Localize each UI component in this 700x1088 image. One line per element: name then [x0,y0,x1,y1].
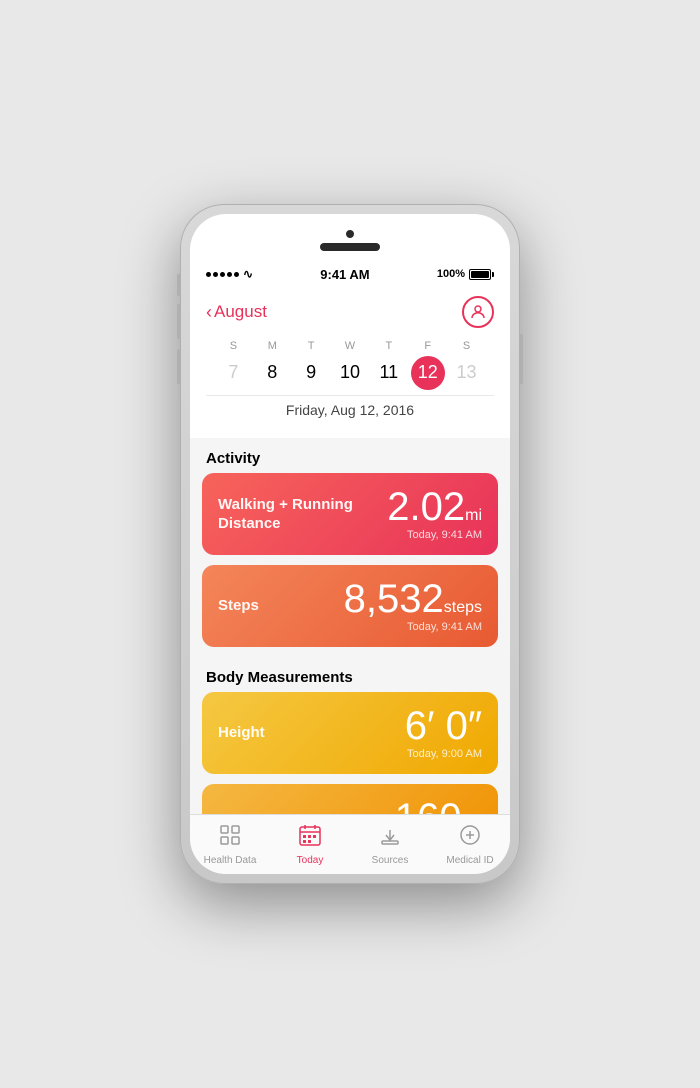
steps-card-value: 8,532steps [344,579,482,619]
battery-percent: 100% [437,268,465,280]
day-label-w: W [331,340,370,352]
day-label-f: F [408,340,447,352]
steps-card-right: 8,532steps Today, 9:41 AM [344,579,482,633]
cal-date-7[interactable]: 7 [214,358,253,387]
height-card-label: Height [218,723,405,743]
weight-card-value: 160lbs [395,798,482,814]
day-label-t1: T [292,340,331,352]
height-card[interactable]: Height 6′ 0″ Today, 9:00 AM [202,692,498,774]
walking-card-value: 2.02mi [387,487,482,527]
walking-card-right: 2.02mi Today, 9:41 AM [387,487,482,541]
tab-health-data-label: Health Data [204,855,257,866]
status-right: 100% [437,268,494,280]
health-data-icon [218,823,242,853]
header-row: ‹ August [206,296,494,328]
phone-top-area [320,230,380,251]
height-card-right: 6′ 0″ Today, 9:00 AM [405,706,482,760]
sources-icon [378,823,402,853]
cal-date-11[interactable]: 11 [369,358,408,387]
screen-wrapper: ‹ August S [190,288,510,874]
day-label-m: M [253,340,292,352]
tab-today[interactable]: Today [270,823,350,866]
tab-medical-id-label: Medical ID [446,855,493,866]
steps-card-timestamp: Today, 9:41 AM [344,621,482,633]
height-card-timestamp: Today, 9:00 AM [405,748,482,760]
calendar-day-headers: S M T W T F S [206,336,494,354]
cal-date-13[interactable]: 13 [447,358,486,387]
activity-section-title: Activity [190,438,510,473]
main-content: ‹ August S [190,288,510,814]
calendar: S M T W T F S 7 8 9 10 [206,336,494,428]
signal-dots [206,272,239,277]
weight-card[interactable]: Weight 160lbs Today, 9:00 AM [202,784,498,814]
tab-today-label: Today [297,855,324,866]
tab-bar: Health Data [190,814,510,874]
power-button[interactable] [520,334,523,384]
cal-date-9[interactable]: 9 [292,358,331,387]
tab-sources-label: Sources [372,855,409,866]
weight-card-right: 160lbs Today, 9:00 AM [395,798,482,814]
cal-date-10[interactable]: 10 [331,358,370,387]
tab-medical-id[interactable]: Medical ID [430,823,510,866]
profile-icon[interactable] [462,296,494,328]
back-label: August [214,302,267,322]
steps-card[interactable]: Steps 8,532steps Today, 9:41 AM [202,565,498,647]
day-label-s1: S [214,340,253,352]
earpiece [320,243,380,251]
back-button[interactable]: ‹ August [206,302,267,323]
steps-card-left: Steps [218,596,344,616]
phone-frame: ∿ 9:41 AM 100% ‹ August [180,204,520,884]
body-section-title: Body Measurements [190,657,510,692]
camera-dot [346,230,354,238]
phone-screen: ∿ 9:41 AM 100% ‹ August [190,214,510,874]
calendar-dates: 7 8 9 10 11 12 13 [206,354,494,395]
wifi-icon: ∿ [243,267,253,281]
header: ‹ August S [190,288,510,438]
today-icon [298,823,322,853]
steps-card-unit: steps [444,599,482,616]
tab-sources[interactable]: Sources [350,823,430,866]
steps-card-label: Steps [218,596,344,616]
volume-up-button[interactable] [177,304,180,339]
height-card-left: Height [218,723,405,743]
chevron-left-icon: ‹ [206,302,212,323]
cal-date-8[interactable]: 8 [253,358,292,387]
tab-health-data[interactable]: Health Data [190,823,270,866]
silent-button[interactable] [177,274,180,296]
calendar-full-date: Friday, Aug 12, 2016 [206,395,494,428]
walking-running-card[interactable]: Walking + Running Distance 2.02mi Today,… [202,473,498,555]
height-card-value: 6′ 0″ [405,706,482,746]
day-label-t2: T [369,340,408,352]
walking-card-unit: mi [465,507,482,524]
status-time: 9:41 AM [320,267,369,282]
cal-date-12[interactable]: 12 [408,358,447,387]
walking-card-timestamp: Today, 9:41 AM [387,529,482,541]
walking-card-label: Walking + Running Distance [218,495,387,534]
status-left: ∿ [206,267,253,281]
volume-down-button[interactable] [177,349,180,384]
battery-icon [469,269,494,280]
walking-card-left: Walking + Running Distance [218,495,387,534]
day-label-s2: S [447,340,486,352]
medical-id-icon [458,823,482,853]
status-bar: ∿ 9:41 AM 100% [190,260,510,288]
